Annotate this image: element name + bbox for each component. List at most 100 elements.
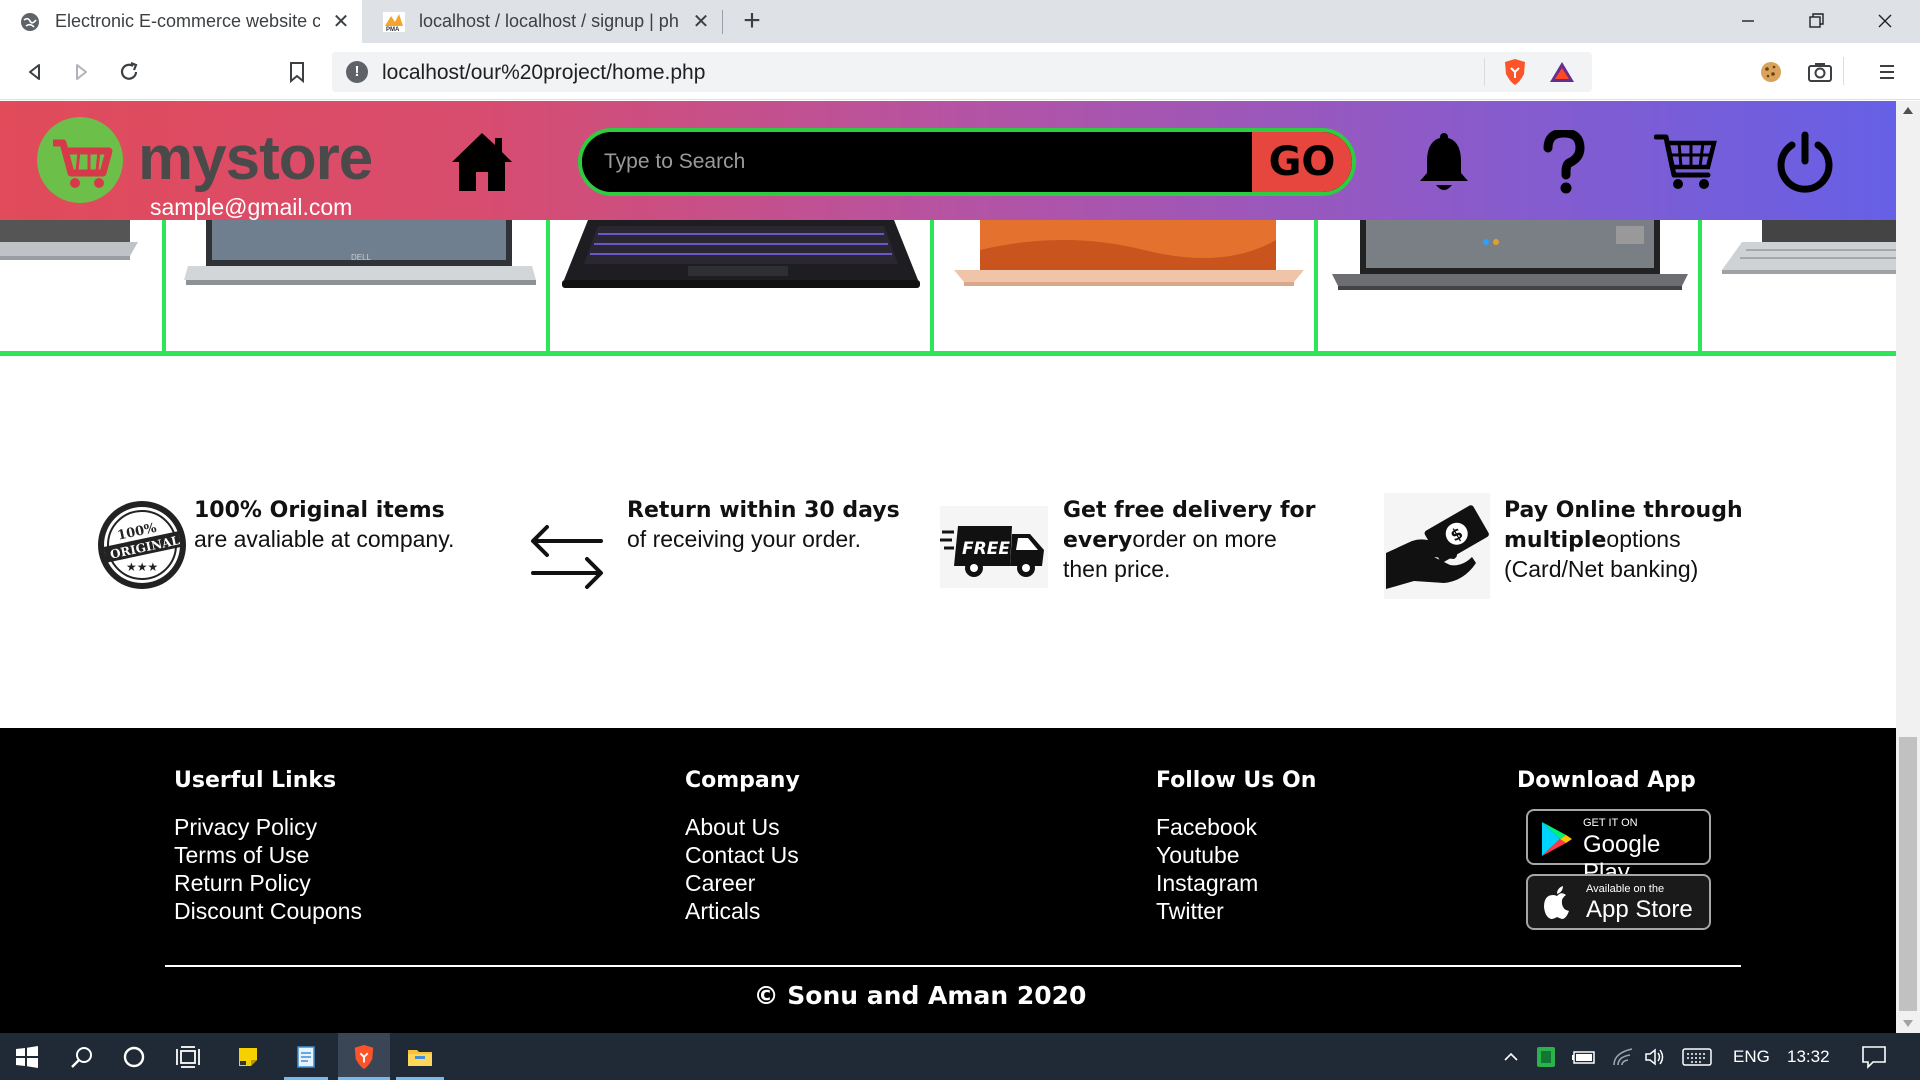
tab-title: Electronic E-commerce website cr [55,11,320,31]
site-footer: Userful Links Privacy Policy Terms of Us… [0,728,1896,1033]
scrollbar-thumb[interactable] [1899,737,1917,1011]
feature-original: 100% Original items are avaliable at com… [194,497,454,553]
feature-text: are avaliable at company. [194,526,455,552]
footer-link-instagram[interactable]: Instagram [1156,869,1316,897]
clock-time[interactable]: 13:32 [1787,1047,1830,1067]
apple-icon [1542,885,1572,926]
footer-link-youtube[interactable]: Youtube [1156,841,1316,869]
forward-button[interactable] [66,57,96,87]
feature-text: of receiving your order. [627,526,861,552]
footer-link-about-us[interactable]: About Us [685,813,800,841]
brave-rewards-icon[interactable] [1548,60,1576,89]
phpmyadmin-icon: PMA [383,11,405,33]
browser-toolbar: ! localhost/our%20project/home.php [0,43,1920,100]
footer-heading: Userful Links [174,768,337,793]
file-explorer-icon[interactable] [396,1033,444,1080]
user-email: sample@gmail.com [150,194,353,220]
site-header: mystore sample@gmail.com GO [0,101,1896,220]
tab-divider [722,10,723,34]
footer-link-articals[interactable]: Articals [685,897,800,925]
footer-link-facebook[interactable]: Facebook [1156,813,1316,841]
bookmark-icon[interactable] [282,57,312,87]
search-icon[interactable] [58,1033,106,1080]
feature-title: Return within 30 days [627,498,900,523]
product-card[interactable] [1702,220,1896,351]
close-tab-icon[interactable]: ✕ [690,11,712,33]
notepad-icon[interactable] [284,1033,328,1080]
footer-download-app: Download App [1517,768,1696,813]
windows-taskbar: ENG 13:32 [0,1033,1920,1080]
home-icon[interactable] [448,129,516,195]
windows-start-icon[interactable] [0,1033,54,1080]
brave-browser-taskbar-icon[interactable] [338,1033,390,1080]
app-store-button[interactable]: Available on the App Store [1526,874,1711,930]
task-view-icon[interactable] [164,1033,212,1080]
new-tab-button[interactable]: + [738,6,766,36]
product-card[interactable] [0,220,166,351]
footer-link-career[interactable]: Career [685,869,800,897]
menu-icon[interactable] [1872,57,1902,87]
feature-title: Get free delivery for [1063,498,1316,523]
return-arrows-icon [527,521,607,598]
reload-button[interactable] [114,57,144,87]
brave-shield-icon[interactable] [1502,58,1528,91]
google-play-button[interactable]: GET IT ON Google Play [1526,809,1711,886]
url-text[interactable]: localhost/our%20project/home.php [382,61,705,85]
logo-cart-icon[interactable] [37,117,123,203]
footer-link-return-policy[interactable]: Return Policy [174,869,362,897]
search-input[interactable] [582,132,1226,192]
battery-icon[interactable] [1570,1033,1598,1080]
footer-link-privacy-policy[interactable]: Privacy Policy [174,813,362,841]
wifi-icon[interactable] [1610,1033,1636,1080]
sticky-notes-icon[interactable] [224,1033,272,1080]
footer-useful-links: Userful Links Privacy Policy Terms of Us… [174,768,362,925]
minimize-button[interactable] [1733,6,1763,36]
feature-title: Pay Online through [1504,498,1743,523]
tab-ecommerce[interactable]: Electronic E-commerce website cr ✕ [0,0,362,43]
search-bar: GO [578,128,1356,196]
product-card[interactable] [550,220,934,351]
volume-icon[interactable] [1642,1033,1668,1080]
footer-link-discount-coupons[interactable]: Discount Coupons [174,897,362,925]
footer-heading: Follow Us On [1156,768,1317,793]
chevron-up-icon[interactable] [1500,1033,1522,1080]
close-tab-icon[interactable]: ✕ [330,11,352,33]
product-card[interactable]: DELL [166,220,550,351]
feature-text: order on more [1132,526,1277,552]
footer-link-twitter[interactable]: Twitter [1156,897,1316,925]
screenshot-icon[interactable] [1805,57,1835,87]
restore-button[interactable] [1801,6,1831,36]
shopping-cart-icon[interactable] [1653,129,1719,195]
scroll-up-arrow-icon[interactable] [1903,107,1913,114]
search-go-button[interactable]: GO [1252,132,1352,192]
cookie-extension-icon[interactable] [1756,57,1786,87]
feature-delivery: Get free delivery for everyorder on more… [1063,497,1315,583]
globe-icon [19,11,41,33]
product-card[interactable] [1318,220,1702,351]
back-button[interactable] [20,57,50,87]
cortana-icon[interactable] [110,1033,158,1080]
footer-link-contact-us[interactable]: Contact Us [685,841,800,869]
scroll-down-arrow-icon[interactable] [1903,1020,1913,1027]
close-window-button[interactable] [1870,6,1900,36]
site-info-icon[interactable]: ! [346,61,368,83]
page-scrollbar[interactable] [1896,101,1920,1033]
feature-pay-online: Pay Online through multipleoptions (Card… [1504,497,1743,583]
footer-link-terms-of-use[interactable]: Terms of Use [174,841,362,869]
tab-title: localhost / localhost / signup | php [419,11,680,31]
language-indicator[interactable]: ENG [1733,1047,1770,1067]
laptop-image [1332,220,1688,290]
laptop-image [1722,220,1896,274]
footer-follow-us: Follow Us On Facebook Youtube Instagram … [1156,768,1316,925]
logo-text[interactable]: mystore [138,123,373,194]
notification-icon[interactable] [1856,1033,1892,1080]
address-bar[interactable]: ! localhost/our%20project/home.php [332,52,1592,92]
help-icon[interactable] [1540,129,1588,195]
tray-app-icon[interactable] [1534,1033,1558,1080]
power-logout-icon[interactable] [1774,129,1836,195]
bell-icon[interactable] [1417,129,1471,195]
keyboard-icon[interactable] [1680,1033,1714,1080]
tab-phpmyadmin[interactable]: PMA localhost / localhost / signup | php… [364,0,722,43]
svg-text:★★★: ★★★ [126,560,158,574]
product-card[interactable] [934,220,1318,351]
